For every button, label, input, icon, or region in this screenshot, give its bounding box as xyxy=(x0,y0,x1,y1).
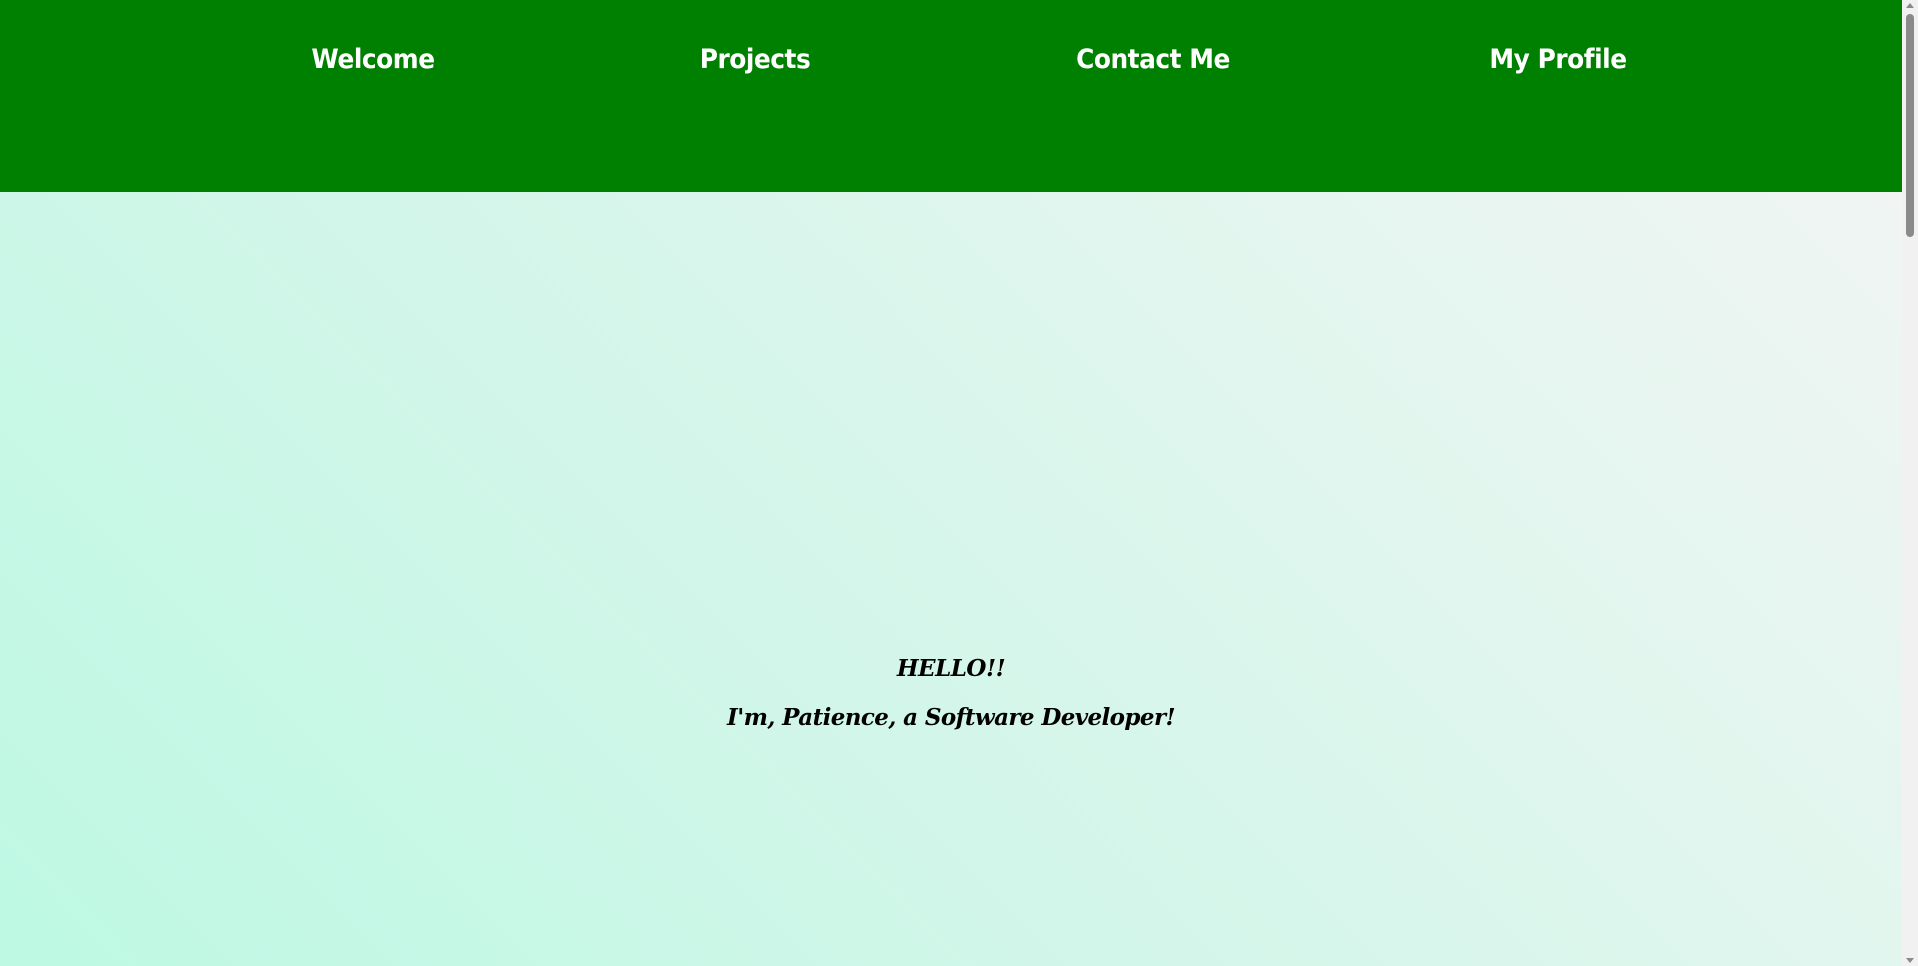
hero-intro-text: I'm, Patience, a Software Developer! xyxy=(727,704,1176,731)
page: Welcome Projects Contact Me My Profile H… xyxy=(0,0,1918,966)
nav-link-projects[interactable]: Projects xyxy=(700,40,811,80)
vertical-scrollbar[interactable] xyxy=(1902,0,1918,966)
scrollbar-thumb[interactable] xyxy=(1906,14,1914,237)
nav-link-contact-me[interactable]: Contact Me xyxy=(1076,40,1230,80)
scroll-down-arrow-icon[interactable] xyxy=(1906,958,1914,963)
nav-link-my-profile[interactable]: My Profile xyxy=(1489,40,1627,80)
hero-greeting: HELLO!! xyxy=(896,655,1006,682)
hero-section: HELLO!! I'm, Patience, a Software Develo… xyxy=(0,192,1902,966)
scroll-up-arrow-icon[interactable] xyxy=(1906,3,1914,8)
nav-link-welcome[interactable]: Welcome xyxy=(311,40,435,80)
viewport: Welcome Projects Contact Me My Profile H… xyxy=(0,0,1902,966)
top-navbar: Welcome Projects Contact Me My Profile xyxy=(0,0,1902,192)
